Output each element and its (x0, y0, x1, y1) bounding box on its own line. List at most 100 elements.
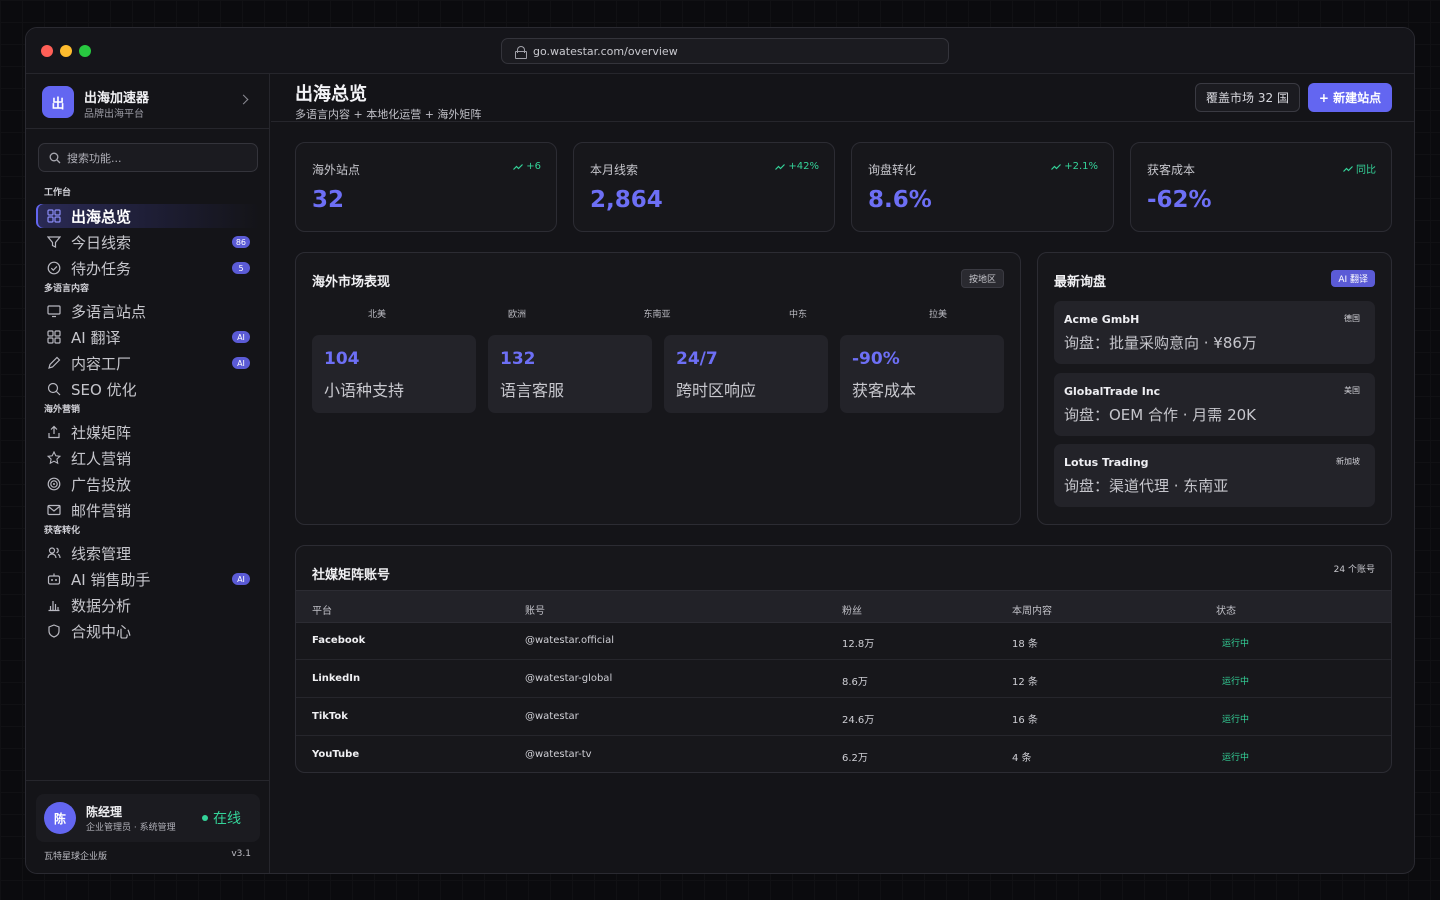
nav-group-title: 工作台 (44, 188, 72, 198)
minimize-window-button[interactable] (60, 45, 72, 57)
star-icon (46, 450, 62, 466)
user-card[interactable]: 陈 陈经理 企业管理员 · 系统管理 在线 (36, 794, 260, 842)
sidebar-item-overview[interactable]: 出海总览 (36, 204, 260, 228)
status-badge: 运行中 (1222, 753, 1250, 763)
inquiry-item[interactable]: Lotus Trading 新加坡 询盘：渠道代理 · 东南亚 (1054, 444, 1375, 507)
panel-title: 海外市场表现 (312, 275, 391, 290)
cell-fans: 6.2万 (842, 753, 868, 764)
stat-card: 获客成本 同比 -62% (1130, 142, 1392, 232)
sidebar-item-lead-management[interactable]: 线索管理 (36, 541, 260, 565)
sidebar-item-seo[interactable]: SEO 优化 (36, 377, 260, 401)
status-badge: 运行中 (1222, 715, 1250, 725)
trend-text: +6 (526, 161, 541, 172)
region-label: 北美 (367, 310, 386, 320)
cell-fans: 8.6万 (842, 677, 868, 688)
inquiry-message: 询盘：OEM 合作 · 月需 20K (1064, 406, 1256, 424)
metric-value: -90% (852, 349, 900, 369)
latest-inquiries-panel: 最新询盘 AI 翻译 Acme GmbH 德国 询盘：批量采购意向 · ¥86万… (1037, 252, 1392, 525)
lock-icon (515, 45, 527, 59)
metric-label: 获客成本 (852, 381, 917, 400)
brand-subtitle: 品牌出海平台 (84, 109, 144, 120)
inquiry-item[interactable]: GlobalTrade Inc 美国 询盘：OEM 合作 · 月需 20K (1054, 373, 1375, 436)
ai-badge: AI (232, 357, 250, 369)
pen-icon (46, 355, 62, 371)
region-label: 拉美 (928, 310, 947, 320)
market-performance-panel: 海外市场表现 按地区 北美 欧洲 东南亚 中东 拉美 104 小语种支持 132… (295, 252, 1021, 525)
sidebar-item-ai-translate[interactable]: AI 翻译 AI (36, 325, 260, 349)
stat-card: 询盘转化 +2.1% 8.6% (851, 142, 1114, 232)
table-row[interactable]: TikTok @watestar 24.6万 16 条 运行中 (296, 698, 1391, 736)
search-icon (49, 152, 61, 164)
trend-indicator: +42% (775, 161, 819, 172)
sidebar-item-label: 广告投放 (71, 475, 132, 494)
sidebar-item-ads[interactable]: 广告投放 (36, 472, 260, 496)
cell-platform: YouTube (312, 749, 360, 760)
sidebar-item-influencer[interactable]: 红人营销 (36, 446, 260, 470)
table-header: 平台 账号 粉丝 本周内容 状态 (296, 590, 1391, 623)
sidebar-item-ai-sales[interactable]: AI 销售助手 AI (36, 567, 260, 591)
trend-indicator: 同比 (1343, 161, 1376, 176)
trend-text: +42% (788, 161, 819, 172)
brand-switcher[interactable]: 出 出海加速器 品牌出海平台 (26, 74, 269, 129)
stat-label: 获客成本 (1147, 163, 1196, 177)
check-circle-icon (46, 260, 62, 276)
avatar: 陈 (44, 802, 76, 834)
grid-icon (46, 329, 62, 345)
social-accounts-panel: 社媒矩阵账号 24 个账号 平台 账号 粉丝 本周内容 状态 Facebook … (295, 545, 1392, 773)
inquiry-country: 新加坡 (1336, 457, 1360, 466)
inquiry-message: 询盘：渠道代理 · 东南亚 (1064, 477, 1229, 495)
table-row[interactable]: LinkedIn @watestar-global 8.6万 12 条 运行中 (296, 660, 1391, 698)
inquiry-company: Lotus Trading (1064, 456, 1149, 469)
address-bar[interactable]: go.watestar.com/overview (501, 38, 949, 64)
maximize-window-button[interactable] (79, 45, 91, 57)
target-icon (46, 476, 62, 492)
cell-account: @watestar-global (525, 673, 613, 684)
robot-icon (46, 571, 62, 587)
trend-text: +2.1% (1064, 161, 1098, 172)
stat-label: 询盘转化 (868, 163, 917, 177)
status-badge: 运行中 (1222, 677, 1250, 687)
user-name: 陈经理 (86, 805, 123, 819)
stat-card: 本月线索 +42% 2,864 (573, 142, 835, 232)
inquiry-item[interactable]: Acme GmbH 德国 询盘：批量采购意向 · ¥86万 (1054, 301, 1375, 364)
sidebar-item-content-factory[interactable]: 内容工厂 AI (36, 351, 260, 375)
new-site-button[interactable]: + 新建站点 (1308, 83, 1392, 112)
ai-translate-tag: AI 翻译 (1331, 270, 1375, 287)
sidebar: 出 出海加速器 品牌出海平台 搜索功能... 工作台 出海总览 今日线索 86 … (26, 74, 270, 873)
nav-group-title: 海外营销 (44, 405, 81, 415)
table-row[interactable]: YouTube @watestar-tv 6.2万 4 条 运行中 (296, 736, 1391, 772)
brand-logo: 出 (42, 86, 74, 118)
metric-label: 小语种支持 (324, 381, 405, 400)
sidebar-item-leads-today[interactable]: 今日线索 86 (36, 230, 260, 254)
user-role: 企业管理员 · 系统管理 (86, 823, 176, 833)
sidebar-item-compliance[interactable]: 合规中心 (36, 619, 260, 643)
table-row[interactable]: Facebook @watestar.official 12.8万 18 条 运… (296, 622, 1391, 660)
sidebar-item-multilingual-sites[interactable]: 多语言站点 (36, 299, 260, 323)
sidebar-item-analytics[interactable]: 数据分析 (36, 593, 260, 617)
search-input[interactable]: 搜索功能... (38, 143, 258, 172)
coverage-button[interactable]: 覆盖市场 32 国 (1195, 83, 1300, 112)
trend-up-icon (775, 163, 786, 170)
cell-account: @watestar-tv (525, 749, 592, 760)
sidebar-item-label: 红人营销 (71, 449, 132, 468)
close-window-button[interactable] (41, 45, 53, 57)
cell-platform: Facebook (312, 635, 366, 646)
search-placeholder: 搜索功能... (67, 151, 122, 165)
sidebar-item-tasks[interactable]: 待办任务 5 (36, 256, 260, 280)
sidebar-item-label: 合规中心 (71, 622, 132, 641)
region-filter-button[interactable]: 按地区 (960, 269, 1004, 288)
sidebar-item-email[interactable]: 邮件营销 (36, 498, 260, 522)
trend-text: 同比 (1356, 165, 1376, 176)
metric-tile: 24/7 跨时区响应 (664, 335, 828, 413)
sidebar-item-label: 今日线索 (71, 233, 132, 252)
metric-label: 跨时区响应 (676, 381, 757, 400)
sidebar-item-label: SEO 优化 (71, 380, 137, 399)
cell-platform: TikTok (312, 711, 348, 722)
stat-value: 32 (312, 187, 345, 213)
column-header: 状态 (1216, 606, 1236, 617)
column-header: 本周内容 (1012, 606, 1052, 617)
cell-weekly: 18 条 (1012, 639, 1038, 650)
metric-value: 104 (324, 349, 360, 369)
sidebar-item-social-matrix[interactable]: 社媒矩阵 (36, 420, 260, 444)
inquiry-company: GlobalTrade Inc (1064, 385, 1161, 398)
